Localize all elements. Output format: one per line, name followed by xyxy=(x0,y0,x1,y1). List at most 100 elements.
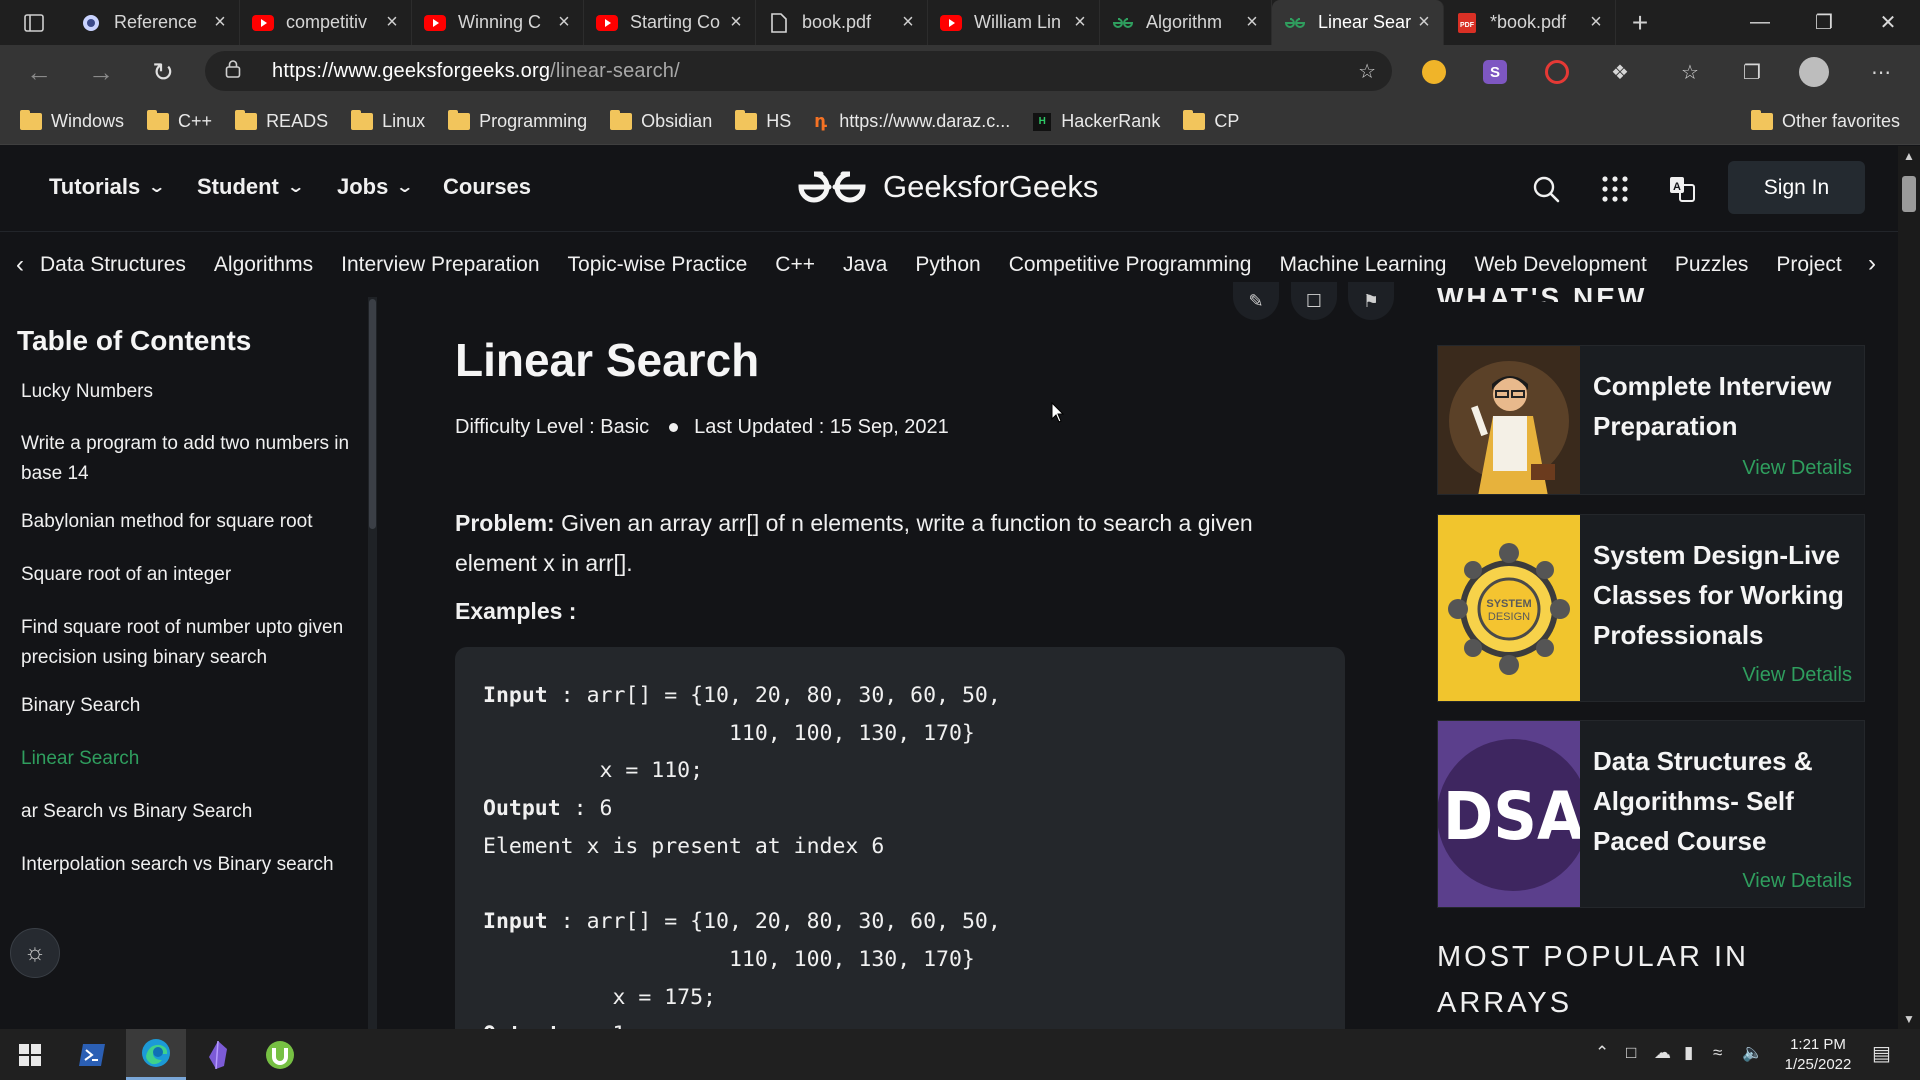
toc-item[interactable]: Binary Search xyxy=(21,691,351,721)
notifications-icon[interactable]: ▤ xyxy=(1872,1041,1891,1066)
toc-scrollbar-thumb[interactable] xyxy=(369,299,376,529)
bookmark-item[interactable]: Programming xyxy=(448,110,587,132)
back-button[interactable]: ← xyxy=(8,57,70,88)
tab-actions-icon[interactable] xyxy=(0,0,68,45)
extension-s-icon[interactable]: S xyxy=(1480,57,1510,87)
topic-nav-item[interactable]: Web Development xyxy=(1474,253,1646,277)
more-menu-icon[interactable]: ⋯ xyxy=(1866,57,1896,87)
sign-in-button[interactable]: Sign In xyxy=(1728,161,1865,214)
topic-nav-item[interactable]: Machine Learning xyxy=(1280,253,1447,277)
close-tab-icon[interactable]: × xyxy=(1415,11,1433,34)
toc-scrollbar[interactable] xyxy=(368,297,377,1029)
close-window-button[interactable]: ✕ xyxy=(1856,0,1920,45)
restore-button[interactable]: ❐ xyxy=(1792,0,1856,45)
system-clock[interactable]: 1:21 PM 1/25/2022 xyxy=(1770,1035,1866,1075)
page-scrollbar-thumb[interactable] xyxy=(1902,176,1916,212)
search-icon[interactable] xyxy=(1531,174,1561,204)
bookmark-item[interactable]: C++ xyxy=(147,110,212,132)
chevron-left-icon[interactable]: ‹ xyxy=(0,251,40,279)
theme-toggle-icon[interactable]: ☼ xyxy=(10,928,60,978)
menu-student[interactable]: Student ⌄ xyxy=(197,174,305,200)
onedrive-icon[interactable]: ☁ xyxy=(1654,1043,1671,1063)
browser-tab[interactable]: William Lin × xyxy=(928,0,1100,45)
collections-icon[interactable]: ❐ xyxy=(1737,57,1767,87)
chevron-right-icon[interactable]: › xyxy=(1852,250,1892,278)
toc-item[interactable]: ar Search vs Binary Search xyxy=(21,797,351,827)
minimize-button[interactable]: — xyxy=(1728,0,1792,45)
url-field[interactable]: https://www.geeksforgeeks.org/linear-sea… xyxy=(205,51,1392,91)
edit-icon[interactable]: ✎ xyxy=(1233,282,1279,320)
utorrent-icon[interactable] xyxy=(250,1029,310,1080)
powershell-icon[interactable] xyxy=(62,1029,122,1080)
volume-icon[interactable]: 🔈 xyxy=(1742,1043,1763,1063)
close-tab-icon[interactable]: × xyxy=(211,11,229,34)
close-tab-icon[interactable]: × xyxy=(899,11,917,34)
translate-icon[interactable]: A xyxy=(1667,174,1697,204)
topic-nav-item[interactable]: Topic-wise Practice xyxy=(568,253,748,277)
other-favorites[interactable]: Other favorites xyxy=(1750,110,1900,132)
topic-nav-item[interactable]: Algorithms xyxy=(214,253,313,277)
wifi-icon[interactable]: ≈ xyxy=(1713,1043,1722,1063)
toc-item[interactable]: Linear Search xyxy=(21,744,351,774)
topic-nav-item[interactable]: Project xyxy=(1776,253,1841,277)
extensions-puzzle-icon[interactable]: ❖ xyxy=(1605,57,1635,87)
lock-icon[interactable] xyxy=(225,59,247,84)
toc-item[interactable]: Lucky Numbers xyxy=(21,377,351,407)
toc-item[interactable]: Babylonian method for square root xyxy=(21,507,351,537)
view-details-link[interactable]: View Details xyxy=(1742,664,1852,687)
scroll-down-icon[interactable]: ▼ xyxy=(1898,1009,1920,1029)
topic-nav-item[interactable]: Python xyxy=(915,253,980,277)
browser-tab[interactable]: PDF *book.pdf × xyxy=(1444,0,1616,45)
show-hidden-icons[interactable]: ⌃ xyxy=(1595,1043,1609,1063)
add-favorite-icon[interactable]: ☆ xyxy=(1358,59,1376,84)
toc-item[interactable]: Find square root of number upto given pr… xyxy=(21,613,351,673)
bookmark-item[interactable]: HS xyxy=(735,110,791,132)
topic-nav-item[interactable]: C++ xyxy=(775,253,815,277)
obsidian-icon[interactable] xyxy=(188,1029,248,1080)
course-card-dsa[interactable]: DSA Data Structures & Algorithms- Self P… xyxy=(1437,720,1865,908)
course-card-system-design[interactable]: SYSTEM DESIGN System Design-Live Classes… xyxy=(1437,514,1865,702)
bookmark-item[interactable]: READS xyxy=(235,110,328,132)
toc-item[interactable]: Interpolation search vs Binary search xyxy=(21,850,351,880)
browser-tab[interactable]: book.pdf × xyxy=(756,0,928,45)
topic-nav-item[interactable]: Data Structures xyxy=(40,253,186,277)
favorites-icon[interactable]: ☆ xyxy=(1675,57,1705,87)
topic-nav-item[interactable]: Interview Preparation xyxy=(341,253,539,277)
view-details-link[interactable]: View Details xyxy=(1742,870,1852,893)
menu-jobs[interactable]: Jobs ⌄ xyxy=(337,174,414,200)
bookmark-item[interactable]: դ https://www.daraz.c... xyxy=(814,111,1010,132)
edge-browser-icon[interactable] xyxy=(126,1029,186,1080)
bookmark-item[interactable]: H HackerRank xyxy=(1033,111,1160,132)
bookmark-item[interactable]: Linux xyxy=(351,110,425,132)
toc-item[interactable]: Write a program to add two numbers in ba… xyxy=(21,429,351,489)
like-icon[interactable]: ☐ xyxy=(1291,282,1337,320)
meet-now-icon[interactable]: □ xyxy=(1626,1043,1636,1063)
topic-nav-item[interactable]: Puzzles xyxy=(1675,253,1749,277)
forward-button[interactable]: → xyxy=(70,57,132,88)
page-scrollbar[interactable]: ▲ ▼ xyxy=(1898,146,1920,1029)
browser-tab[interactable]: Reference × xyxy=(68,0,240,45)
menu-courses[interactable]: Courses xyxy=(443,174,531,200)
close-tab-icon[interactable]: × xyxy=(727,11,745,34)
profile-avatar[interactable] xyxy=(1799,57,1829,87)
menu-tutorials[interactable]: Tutorials ⌄ xyxy=(49,174,166,200)
browser-tab[interactable]: Algorithm × xyxy=(1100,0,1272,45)
reload-button[interactable]: ↻ xyxy=(132,57,194,88)
close-tab-icon[interactable]: × xyxy=(1071,11,1089,34)
apps-grid-icon[interactable] xyxy=(1600,174,1630,204)
topic-nav-item[interactable]: Competitive Programming xyxy=(1009,253,1252,277)
bookmark-icon[interactable]: ⚑ xyxy=(1348,282,1394,320)
topic-nav-item[interactable]: Java xyxy=(843,253,887,277)
battery-icon[interactable]: ▮ xyxy=(1684,1043,1693,1063)
scroll-up-icon[interactable]: ▲ xyxy=(1898,146,1920,166)
view-details-link[interactable]: View Details xyxy=(1742,457,1852,480)
close-tab-icon[interactable]: × xyxy=(555,11,573,34)
extension-red-icon[interactable] xyxy=(1542,57,1572,87)
difficulty-level[interactable]: Difficulty Level : Basic xyxy=(455,416,649,439)
site-logo[interactable]: GeeksforGeeks xyxy=(793,166,1098,208)
bookmark-item[interactable]: Obsidian xyxy=(610,110,712,132)
bookmark-item[interactable]: CP xyxy=(1183,110,1239,132)
course-card-interview[interactable]: Complete Interview Preparation View Deta… xyxy=(1437,345,1865,495)
extension-orange-icon[interactable] xyxy=(1419,57,1449,87)
browser-tab[interactable]: Linear Sear × xyxy=(1272,0,1444,45)
